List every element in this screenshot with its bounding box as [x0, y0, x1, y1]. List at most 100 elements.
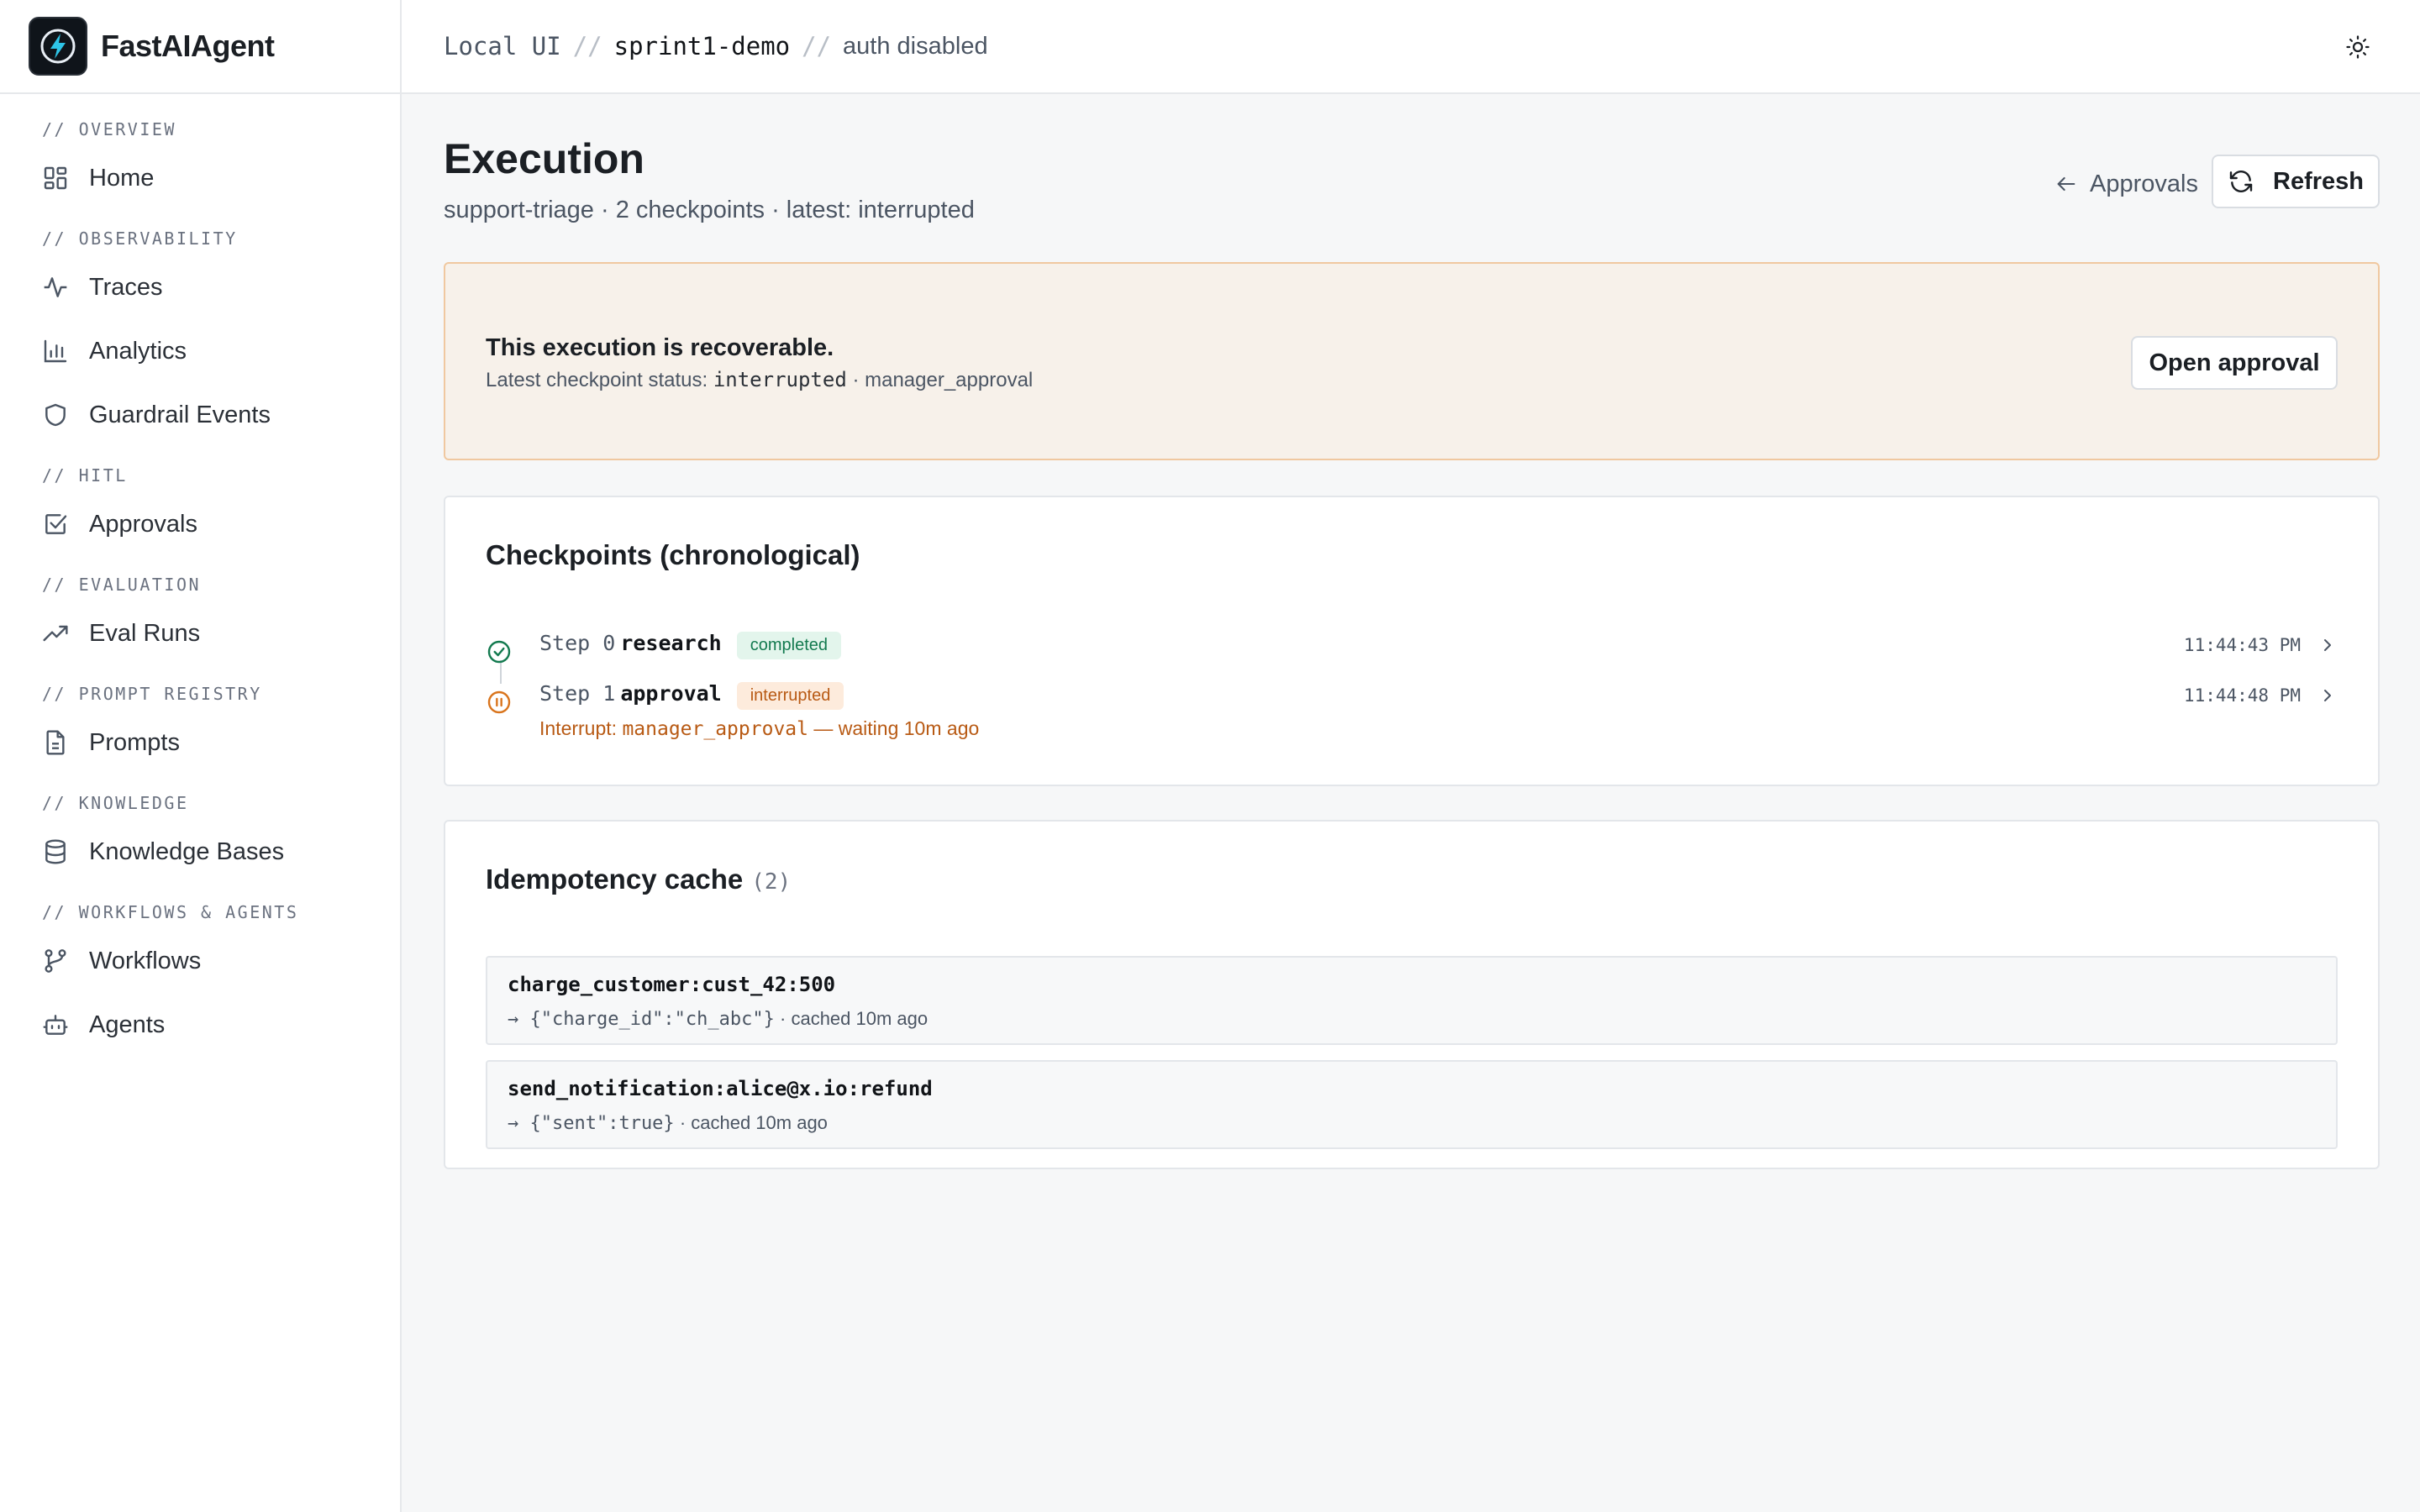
sidebar-item-analytics[interactable]: Analytics [0, 319, 400, 383]
back-to-approvals-link[interactable]: Approvals [2054, 163, 2198, 205]
checkpoint-name: approval [620, 681, 722, 706]
shield-icon [45, 403, 66, 427]
bar-chart-icon [44, 339, 67, 363]
sidebar-item-approvals[interactable]: Approvals [0, 492, 400, 556]
sidebar-item-knowledge-bases[interactable]: Knowledge Bases [0, 820, 400, 884]
sidebar-item-prompts[interactable]: Prompts [0, 711, 400, 774]
cache-entry: send_notification:alice@x.io:refund → {"… [486, 1060, 2338, 1149]
brand[interactable]: FastAIAgent [0, 0, 400, 94]
back-link-label: Approvals [2090, 170, 2198, 197]
sidebar-item-home[interactable]: Home [0, 146, 400, 210]
sidebar-item-traces[interactable]: Traces [0, 255, 400, 319]
checkpoint-row[interactable]: Step 0 research completed 11:44:43 PM [486, 628, 2338, 664]
chevron-right-icon [2324, 639, 2331, 651]
checkpoints-card: Checkpoints (chronological) Step 0 resear… [444, 496, 2380, 786]
cache-entry: charge_customer:cust_42:500 → {"charge_i… [486, 956, 2338, 1045]
refresh-button-label: Refresh [2273, 167, 2364, 195]
checkpoint-name: research [620, 631, 722, 655]
sidebar-item-label: Workflows [89, 947, 202, 974]
breadcrumb-separator: // [802, 32, 832, 60]
sidebar-item-agents[interactable]: Agents [0, 993, 400, 1057]
refresh-button[interactable]: Refresh [2212, 155, 2380, 208]
checkpoint-time: 11:44:43 PM [2183, 635, 2301, 655]
breadcrumb: Local UI // sprint1-demo // auth disable… [444, 32, 988, 60]
check-square-icon [45, 514, 67, 534]
cache-title: Idempotency cache (2) [486, 864, 791, 895]
checkpoints-title: Checkpoints (chronological) [486, 539, 860, 570]
alert-title: This execution is recoverable. [486, 334, 834, 361]
top-bar: Local UI // sprint1-demo // auth disable… [402, 0, 2420, 94]
sidebar-item-label: Home [89, 164, 155, 192]
trending-up-icon [43, 625, 68, 642]
cache-meta: · cached 10m ago [780, 1008, 929, 1029]
alert-detail-suffix: · manager_approval [852, 369, 1034, 391]
sidebar-nav: // OVERVIEW Home // OBSERVABILITY Traces… [0, 94, 400, 1057]
cache-value: → {"charge_id":"ch_abc"} · cached 10m ag… [508, 1008, 928, 1030]
git-branch-icon [45, 949, 66, 973]
page-subtitle: support-triage · 2 checkpoints · latest:… [444, 197, 975, 223]
interrupt-prefix: Interrupt: [539, 717, 618, 739]
page-header: Execution support-triage · 2 checkpoints… [444, 94, 2380, 264]
sidebar-item-label: Guardrail Events [89, 401, 271, 428]
sidebar-item-guardrail-events[interactable]: Guardrail Events [0, 383, 400, 447]
nav-section-prompt-registry: // PROMPT REGISTRY Prompts [0, 677, 400, 774]
sidebar-item-eval-runs[interactable]: Eval Runs [0, 601, 400, 665]
refresh-icon [2229, 171, 2253, 192]
activity-icon [44, 277, 67, 297]
nav-heading: // OBSERVABILITY [42, 228, 238, 249]
checkpoint-step: Step 0 research completed [539, 631, 842, 659]
nav-section-knowledge: // KNOWLEDGE Knowledge Bases [0, 786, 400, 884]
open-approval-button[interactable]: Open approval [2131, 336, 2338, 390]
interrupt-key: manager_approval [622, 718, 808, 740]
sidebar-item-label: Traces [89, 273, 163, 301]
interrupt-note: Interrupt: manager_approval — waiting 10… [539, 717, 979, 740]
idempotency-cache-card: Idempotency cache (2) charge_customer:cus… [444, 820, 2380, 1169]
cache-value-json: → {"charge_id":"ch_abc"} [508, 1009, 775, 1030]
bolt-logo-icon [29, 17, 87, 76]
cache-title-text: Idempotency cache [486, 864, 744, 895]
check-circle-icon [487, 640, 511, 664]
breadcrumb-local-ui[interactable]: Local UI [444, 32, 561, 60]
breadcrumb-project[interactable]: sprint1-demo [614, 32, 791, 60]
arrow-left-icon [2057, 176, 2075, 192]
sidebar-item-label: Approvals [89, 510, 197, 538]
breadcrumb-separator: // [572, 32, 602, 60]
nav-heading: // HITL [42, 465, 128, 486]
status-badge: completed [736, 632, 842, 659]
alert-detail: Latest checkpoint status: interrupted · … [486, 368, 1033, 392]
sidebar-item-label: Knowledge Bases [89, 837, 285, 865]
nav-section-evaluation: // EVALUATION Eval Runs [0, 568, 400, 665]
sidebar: FastAIAgent // OVERVIEW Home // OBSERVAB… [0, 0, 402, 1512]
cache-key: send_notification:alice@x.io:refund [508, 1077, 933, 1100]
sidebar-item-label: Prompts [89, 728, 180, 756]
checkpoint-step-number: Step 0 [539, 631, 616, 655]
nav-section-observability: // OBSERVABILITY Traces Analytics Guardr… [0, 222, 400, 447]
bot-icon [43, 1015, 68, 1035]
brand-name: FastAIAgent [101, 29, 275, 63]
nav-section-overview: // OVERVIEW Home [0, 113, 400, 210]
checkpoint-row[interactable]: Step 1 approval interrupted 11:44:48 PM [486, 679, 2338, 714]
theme-toggle-button[interactable] [2341, 30, 2375, 64]
page-title: Execution [444, 135, 644, 182]
nav-heading: // EVALUATION [42, 575, 202, 595]
sidebar-item-label: Eval Runs [89, 619, 201, 647]
file-text-icon [46, 730, 65, 755]
sun-icon [2346, 35, 2370, 59]
database-icon [45, 839, 66, 864]
nav-heading: // KNOWLEDGE [42, 793, 189, 813]
interrupt-suffix: — waiting 10m ago [813, 717, 980, 739]
sidebar-item-label: Analytics [89, 337, 187, 365]
nav-heading: // PROMPT REGISTRY [42, 684, 262, 704]
cache-value: → {"sent":true} · cached 10m ago [508, 1112, 828, 1134]
sidebar-item-label: Agents [89, 1011, 166, 1038]
cache-key: charge_customer:cust_42:500 [508, 973, 836, 996]
alert-detail-prefix: Latest checkpoint status: [486, 369, 708, 391]
cache-meta: · cached 10m ago [679, 1112, 828, 1133]
nav-section-workflows-agents: // WORKFLOWS & AGENTS Workflows Agents [0, 895, 400, 1057]
chevron-right-icon [2324, 690, 2331, 701]
checkpoint-time: 11:44:48 PM [2183, 685, 2301, 706]
recoverable-alert: This execution is recoverable. Latest ch… [444, 262, 2380, 460]
cache-value-json: → {"sent":true} [508, 1113, 675, 1134]
sidebar-item-workflows[interactable]: Workflows [0, 929, 400, 993]
checkpoint-step-number: Step 1 [539, 681, 616, 706]
